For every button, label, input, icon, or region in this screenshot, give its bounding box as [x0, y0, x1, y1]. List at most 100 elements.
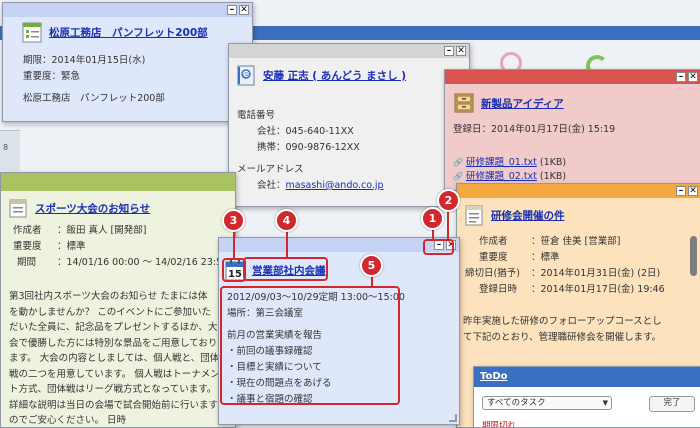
sports-text-line: だいた全員に、記念品をプレゼントするほか、大	[9, 322, 218, 333]
mobile-phone-label: 携帯：	[257, 142, 286, 153]
sports-text-line: 詳細な説明は当日の会場で試合開始前に行います	[9, 399, 219, 411]
email-row: 会社： masashi@ando.co.jp	[237, 178, 384, 194]
attachment-link[interactable]: 研修課題_02.txt	[466, 170, 537, 184]
resize-handle[interactable]	[449, 414, 457, 422]
pamphlet-window[interactable]: – ✕ 松原工務店 パンフレット200部 期限： 2014年01月15日(水) 重…	[2, 2, 253, 122]
pamphlet-titlebar[interactable]: – ✕	[3, 3, 252, 17]
mail-label: メールアドレス	[237, 164, 304, 175]
email-link[interactable]: masashi@ando.co.jp	[286, 178, 384, 194]
attachment-row: 🔗 研修課題_02.txt (1KB)	[453, 170, 566, 184]
creator-row: 作成者 ：飯田 真人 [開発部]	[9, 223, 228, 239]
pamphlet-note: 松原工務店 パンフレット200部	[23, 93, 165, 104]
pamphlet-title[interactable]: 松原工務店 パンフレット200部	[49, 25, 208, 40]
period-row: 期間 ：14/01/16 00:00 〜 14/02/16 23:59	[9, 255, 228, 271]
attachment-size: (1KB)	[539, 171, 567, 182]
company-phone-label: 会社：	[257, 126, 286, 137]
chevron-down-icon: ▼	[602, 399, 608, 407]
close-button[interactable]: ✕	[688, 72, 698, 82]
sports-text-line: ます。 大会の内容としましては、個人戦と、団体	[9, 353, 220, 364]
minimize-button[interactable]: –	[227, 5, 237, 15]
reg-date-value: 2014年01月17日(金) 15:19	[491, 124, 616, 135]
marker-2: 2	[437, 189, 460, 212]
registered-value: ：2014年01月17日(金) 19:46	[531, 284, 665, 295]
background-label: 8	[3, 143, 9, 152]
title-highlight	[243, 257, 328, 281]
registered-label: 登録日時	[479, 284, 518, 295]
controls-highlight	[423, 239, 454, 255]
email-company-label: 会社：	[257, 180, 286, 191]
sports-titlebar[interactable]	[1, 173, 235, 191]
svg-text:@: @	[243, 72, 249, 79]
importance-label: 重要度	[479, 252, 508, 263]
calendar-highlight	[222, 258, 246, 282]
attachment-size: (1KB)	[539, 157, 567, 168]
overdue-label: 期限切れ	[482, 421, 517, 428]
period-label: 期間	[17, 257, 37, 268]
importance-value: ：標準	[531, 252, 560, 263]
complete-button[interactable]: 完了	[649, 396, 695, 412]
close-button[interactable]: ✕	[239, 5, 249, 15]
company-phone-value: 045-640-11XX	[285, 126, 354, 137]
contact-titlebar[interactable]: – ✕	[229, 44, 469, 58]
training-titlebar[interactable]: – ✕	[457, 184, 700, 198]
importance-row: 重要度 ：標準	[465, 250, 665, 266]
attachment-link[interactable]: 研修課題_01.txt	[466, 156, 537, 170]
sports-text-line: 会で優勝した方には特別な景品をご用意しており	[9, 337, 218, 349]
todo-window[interactable]: ToDo すべてのタスク ▼ 完了 期限切れ	[473, 366, 700, 428]
importance-value: 緊急	[61, 71, 81, 82]
importance-row: 重要度 ：標準	[9, 239, 228, 255]
content-highlight	[220, 286, 400, 405]
sports-text-line: ト方式、団体戦はリーグ戦方式となっています。	[9, 384, 217, 395]
sports-text-line: を動かしませんか？ このイベントにご参加いた	[9, 306, 212, 318]
todo-title[interactable]: ToDo	[480, 371, 508, 382]
contact-name[interactable]: 安藤 正志 ( あんどう まさし )	[263, 68, 406, 83]
period-value: ：14/01/16 00:00 〜 14/02/16 23:59	[57, 257, 229, 268]
checklist-icon	[22, 22, 42, 43]
deadline-label: 締切日(猶予)	[465, 268, 520, 279]
idea-window[interactable]: – ✕ 新製品アイディア 登録日： 2014年01月17日(金) 15:19 🔗 …	[444, 69, 700, 191]
mobile-phone-value: 090-9876-12XX	[285, 142, 360, 153]
background-panel-edge: 8	[0, 130, 20, 171]
importance-row: 重要度： 緊急	[23, 69, 165, 85]
address-card-icon: @	[237, 65, 255, 86]
scrollbar-thumb[interactable]	[690, 236, 697, 276]
sports-text-line: 第3回社内スポーツ大会のお知らせ たまには体	[9, 291, 208, 302]
minimize-button[interactable]: –	[676, 186, 686, 196]
marker-5: 5	[360, 254, 383, 277]
company-phone-row: 会社： 045-640-11XX	[237, 124, 384, 140]
marker-line	[447, 208, 449, 240]
sports-title[interactable]: スポーツ大会のお知らせ	[35, 201, 150, 216]
minimize-button[interactable]: –	[444, 46, 454, 56]
close-button[interactable]: ✕	[688, 186, 698, 196]
close-button[interactable]: ✕	[456, 46, 466, 56]
deadline-value: ：2014年01月31日(金) (2日)	[531, 268, 661, 279]
sports-text-line: 戦の二つを用意しています。 個人戦はトーナメン	[9, 368, 220, 380]
reg-date-label: 登録日：	[453, 124, 492, 135]
sports-window[interactable]: スポーツ大会のお知らせ 作成者 ：飯田 真人 [開発部] 重要度 ：標準 期間 ：14…	[0, 172, 236, 428]
deadline-row: 期限： 2014年01月15日(水)	[23, 53, 165, 69]
creator-value: ：飯田 真人 [開発部]	[57, 225, 147, 236]
training-text-line: て下記のとおり、管理職研修会を開催します。	[463, 332, 662, 343]
todo-titlebar[interactable]: ToDo	[474, 367, 700, 387]
deadline-value: 2014年01月15日(水)	[51, 55, 146, 66]
task-filter-select[interactable]: すべてのタスク ▼	[482, 396, 612, 410]
attachment-icon: 🔗	[453, 172, 463, 181]
idea-title[interactable]: 新製品アイディア	[481, 96, 564, 111]
training-text-line: 昨年実施した研修のフォローアップコースとし	[463, 316, 662, 327]
idea-titlebar[interactable]: – ✕	[445, 70, 700, 84]
memo-icon	[465, 205, 483, 226]
importance-value: ：標準	[57, 241, 86, 252]
deadline-row: 締切日(猶予) ：2014年01月31日(金) (2日)	[465, 266, 665, 282]
creator-label: 作成者	[13, 225, 42, 236]
attachment-row: 🔗 研修課題_01.txt (1KB)	[453, 156, 566, 170]
minimize-button[interactable]: –	[676, 72, 686, 82]
marker-1: 1	[421, 207, 444, 230]
marker-3: 3	[222, 209, 245, 232]
contact-window[interactable]: – ✕ @ 安藤 正志 ( あんどう まさし ) 電話番号 会社： 045-640…	[228, 43, 470, 207]
training-title[interactable]: 研修会開催の件	[491, 208, 565, 223]
deadline-label: 期限：	[23, 55, 52, 66]
creator-value: ：笹倉 佳美 [営業部]	[531, 236, 621, 247]
notice-icon	[9, 199, 27, 218]
creator-row: 作成者 ：笹倉 佳美 [営業部]	[465, 234, 665, 250]
creator-label: 作成者	[479, 236, 508, 247]
